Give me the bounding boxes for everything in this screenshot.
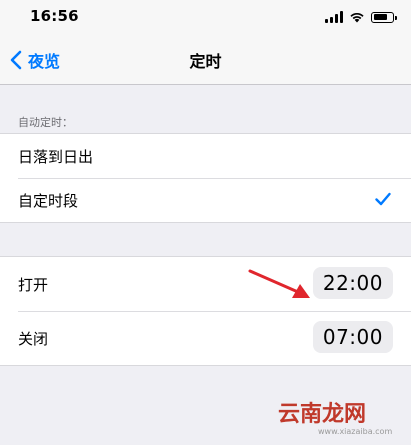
turn-on-row: 打开 22:00 [0,257,411,311]
option-custom-schedule[interactable]: 自定时段 [0,178,411,222]
signal-icon [325,11,343,23]
turn-off-label: 关闭 [18,329,49,348]
custom-schedule-group: 打开 22:00 关闭 07:00 [0,256,411,366]
turn-on-time-picker[interactable]: 22:00 [312,267,393,299]
option-label: 自定时段 [18,191,79,210]
turn-off-row: 关闭 07:00 [0,311,411,365]
watermark-logo: 云南龙网 [278,401,367,427]
red-arrow-annotation [248,269,310,298]
turn-off-time-picker[interactable]: 07:00 [312,321,393,353]
turn-on-label: 打开 [18,275,49,294]
schedule-options-group: 日落到日出 自定时段 [0,133,411,223]
status-time: 16:56 [30,7,79,25]
watermark-url: www.xiazaiba.com [318,427,393,436]
section-header-auto-schedule: 自动定时： [18,116,73,129]
chevron-left-icon [10,50,22,70]
status-bar: 16:56 [0,0,411,36]
wifi-icon [350,12,364,23]
checkmark-icon [375,192,391,206]
navigation-bar: 定时 夜览 [0,36,411,85]
page-title: 定时 [189,52,222,71]
back-button[interactable]: 夜览 [10,36,60,84]
option-sunset-to-sunrise[interactable]: 日落到日出 [0,134,411,178]
back-button-label: 夜览 [28,52,61,71]
option-label: 日落到日出 [18,147,94,166]
status-icons [325,11,397,23]
battery-icon [371,11,397,23]
